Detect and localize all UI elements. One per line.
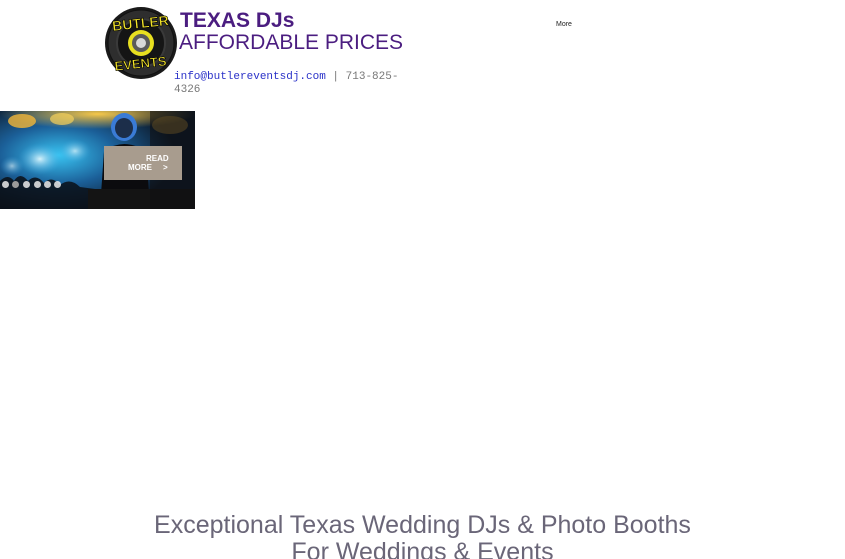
chevron-right-icon: > [163,163,168,172]
nav-more-menu[interactable]: More [556,20,572,29]
hero-slideshow[interactable]: READ MORE > [0,111,195,209]
contact-line: info@butlereventsdj.com | 713-825-4326 [174,71,414,97]
read-more-label-line2: MORE [128,163,152,172]
slide-dot-3[interactable] [23,181,30,188]
contact-separator: | [325,71,346,83]
slide-dot-5[interactable] [44,181,51,188]
site-title: TEXAS DJs [180,9,295,32]
slide-dot-1[interactable] [2,181,9,188]
slide-dot-2[interactable] [12,181,19,188]
read-more-label-line1: READ [146,154,169,163]
headline-line-1: Exceptional Texas Wedding DJs & Photo Bo… [154,511,691,539]
read-more-button[interactable]: READ MORE > [104,146,182,180]
slide-dot-4[interactable] [34,181,41,188]
headline-line-2: For Weddings & Events [291,538,554,559]
page: BUTLER EVENTS TEXAS DJs AFFORDABLE PRICE… [0,0,845,559]
main-headline: Exceptional Texas Wedding DJs & Photo Bo… [0,512,845,559]
butler-events-logo[interactable]: BUTLER EVENTS [104,6,178,80]
slide-dot-6[interactable] [54,181,61,188]
email-link[interactable]: info@butlereventsdj.com [174,71,326,83]
site-subtitle: AFFORDABLE PRICES [179,31,404,54]
